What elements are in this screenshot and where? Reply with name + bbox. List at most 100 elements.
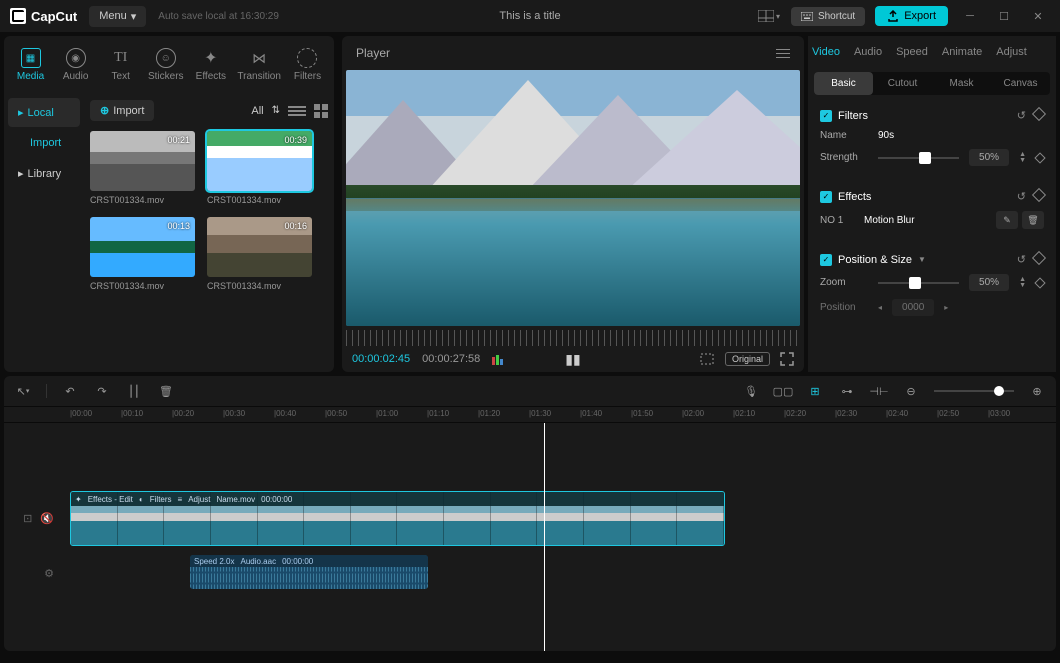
redo-button[interactable]: ↷ <box>93 382 111 400</box>
reset-icon[interactable]: ↺ <box>1017 253 1026 266</box>
tab-audio[interactable]: ◉Audio <box>53 44 98 86</box>
main-track-magnet-icon[interactable]: ▢▢ <box>774 382 792 400</box>
audio-track-header[interactable]: ⚙ <box>4 546 62 601</box>
ruler-tick: |02:00 <box>682 409 704 418</box>
filters-title: Filters <box>838 110 868 122</box>
possize-checkbox[interactable]: ✓ <box>820 254 832 266</box>
player-scrub-ruler[interactable] <box>346 330 800 346</box>
menu-button[interactable]: Menu ▾ <box>89 6 146 27</box>
preview-axis-icon[interactable]: ⊣⊢ <box>870 382 888 400</box>
strength-stepper[interactable]: ▲▼ <box>1019 152 1026 164</box>
reset-icon[interactable]: ↺ <box>1017 190 1026 203</box>
effects-icon: ✦ <box>201 48 221 68</box>
audio-icon: ◉ <box>66 48 86 68</box>
zoom-keyframe[interactable] <box>1034 277 1045 288</box>
window-maximize-button[interactable]: ☐ <box>992 4 1016 28</box>
window-close-button[interactable]: ✕ <box>1026 4 1050 28</box>
video-track-header[interactable]: ⊡ 🔇 <box>4 491 62 546</box>
zoom-slider[interactable] <box>878 282 959 284</box>
inspector-subtabs: Basic Cutout Mask Canvas <box>814 72 1050 95</box>
view-grid-button[interactable] <box>314 104 328 118</box>
timeline-ruler[interactable]: |00:00|00:10|00:20|00:30|00:40|00:50|01:… <box>4 407 1056 423</box>
tab-text[interactable]: TIText <box>98 44 143 86</box>
layout-dropdown[interactable]: ▾ <box>757 4 781 28</box>
subtab-cutout[interactable]: Cutout <box>873 72 932 95</box>
media-clip[interactable]: 00:13 CRST001334.mov <box>90 217 195 291</box>
shortcut-button[interactable]: Shortcut <box>791 7 865 26</box>
zoom-stepper[interactable]: ▲▼ <box>1019 277 1026 289</box>
insp-tab-adjust[interactable]: Adjust <box>996 46 1027 66</box>
auto-snap-icon[interactable]: ⊞ <box>806 382 824 400</box>
playhead[interactable] <box>544 423 545 651</box>
media-clip[interactable]: 00:39 CRST001334.mov <box>207 131 312 205</box>
source-local[interactable]: ▸Local <box>8 98 80 127</box>
timeline-tracks[interactable]: ✦Effects - Edit ◐Filters ≡Adjust Name.mo… <box>62 423 1056 651</box>
tab-stickers[interactable]: ☺Stickers <box>143 44 188 86</box>
audio-clip[interactable]: Speed 2.0x Audio.aac 00:00:00 <box>190 555 428 589</box>
filter-name-label: Name <box>820 130 868 141</box>
reset-icon[interactable]: ↺ <box>1017 109 1026 122</box>
ruler-tick: |01:20 <box>478 409 500 418</box>
media-clip[interactable]: 00:21 CRST001334.mov <box>90 131 195 205</box>
position-value[interactable]: 0000 <box>892 299 934 316</box>
zoom-in-button[interactable]: ⊕ <box>1028 382 1046 400</box>
subtab-mask[interactable]: Mask <box>932 72 991 95</box>
insp-tab-audio[interactable]: Audio <box>854 46 882 66</box>
split-tool[interactable]: ⎮⎮ <box>125 382 143 400</box>
tab-filters[interactable]: Filters <box>285 44 330 86</box>
subtab-canvas[interactable]: Canvas <box>991 72 1050 95</box>
filters-checkbox[interactable]: ✓ <box>820 110 832 122</box>
view-list-button[interactable] <box>288 104 306 118</box>
undo-button[interactable]: ↶ <box>61 382 79 400</box>
zoom-value[interactable]: 50% <box>969 274 1009 291</box>
play-pause-button[interactable]: ▮▮ <box>565 351 580 368</box>
insp-tab-video[interactable]: Video <box>812 46 840 66</box>
strength-keyframe[interactable] <box>1034 152 1045 163</box>
effects-checkbox[interactable]: ✓ <box>820 191 832 203</box>
project-title[interactable]: This is a title <box>499 10 560 22</box>
zoom-out-button[interactable]: ⊖ <box>902 382 920 400</box>
linkage-icon[interactable]: ⊶ <box>838 382 856 400</box>
filter-badge-icon: ◐ <box>139 495 144 504</box>
media-clip[interactable]: 00:16 CRST001334.mov <box>207 217 312 291</box>
source-library[interactable]: ▸Library <box>8 159 80 188</box>
effect-edit-button[interactable]: ✎ <box>996 211 1018 229</box>
source-import[interactable]: Import <box>8 129 80 157</box>
ruler-tick: |01:30 <box>529 409 551 418</box>
import-button[interactable]: ⊕ Import <box>90 100 154 121</box>
insp-tab-speed[interactable]: Speed <box>896 46 928 66</box>
strength-value[interactable]: 50% <box>969 149 1009 166</box>
lock-icon[interactable]: ⊡ <box>23 512 32 525</box>
tab-transition[interactable]: ⋈Transition <box>233 44 285 86</box>
tab-media[interactable]: ▦Media <box>8 44 53 86</box>
media-source-list: ▸Local Import ▸Library <box>4 94 84 372</box>
export-button[interactable]: Export <box>875 6 948 26</box>
ratio-icon[interactable] <box>699 352 715 366</box>
record-icon[interactable]: 🎙 <box>742 382 760 400</box>
sort-icon[interactable]: ⇅ <box>272 105 280 116</box>
effect-delete-button[interactable]: 🗑 <box>1022 211 1044 229</box>
quality-original-button[interactable]: Original <box>725 352 770 366</box>
fullscreen-icon[interactable] <box>780 352 794 366</box>
strength-slider[interactable] <box>878 157 959 159</box>
ruler-tick: |01:00 <box>376 409 398 418</box>
keyframe-icon[interactable] <box>1032 107 1046 121</box>
timeline-zoom-slider[interactable] <box>934 390 1014 392</box>
window-minimize-button[interactable]: ─ <box>958 4 982 28</box>
insp-tab-animate[interactable]: Animate <box>942 46 982 66</box>
keyframe-icon[interactable] <box>1032 188 1046 202</box>
filter-all[interactable]: All <box>251 105 263 117</box>
player-menu-icon[interactable] <box>776 49 790 58</box>
mute-icon[interactable]: 🔇 <box>40 512 54 525</box>
inspector-tabs: Video Audio Speed Animate Adjust <box>808 36 1056 66</box>
subtab-basic[interactable]: Basic <box>814 72 873 95</box>
delete-button[interactable]: 🗑 <box>157 382 175 400</box>
keyframe-icon[interactable] <box>1032 251 1046 265</box>
chevron-down-icon[interactable]: ▼ <box>918 255 926 264</box>
color-meter-icon[interactable] <box>492 353 504 365</box>
tab-effects[interactable]: ✦Effects <box>188 44 233 86</box>
select-tool[interactable]: ↖▾ <box>14 382 32 400</box>
settings-icon[interactable]: ⚙ <box>44 567 54 580</box>
player-viewport[interactable] <box>346 70 800 326</box>
video-clip[interactable]: ✦Effects - Edit ◐Filters ≡Adjust Name.mo… <box>70 491 725 546</box>
